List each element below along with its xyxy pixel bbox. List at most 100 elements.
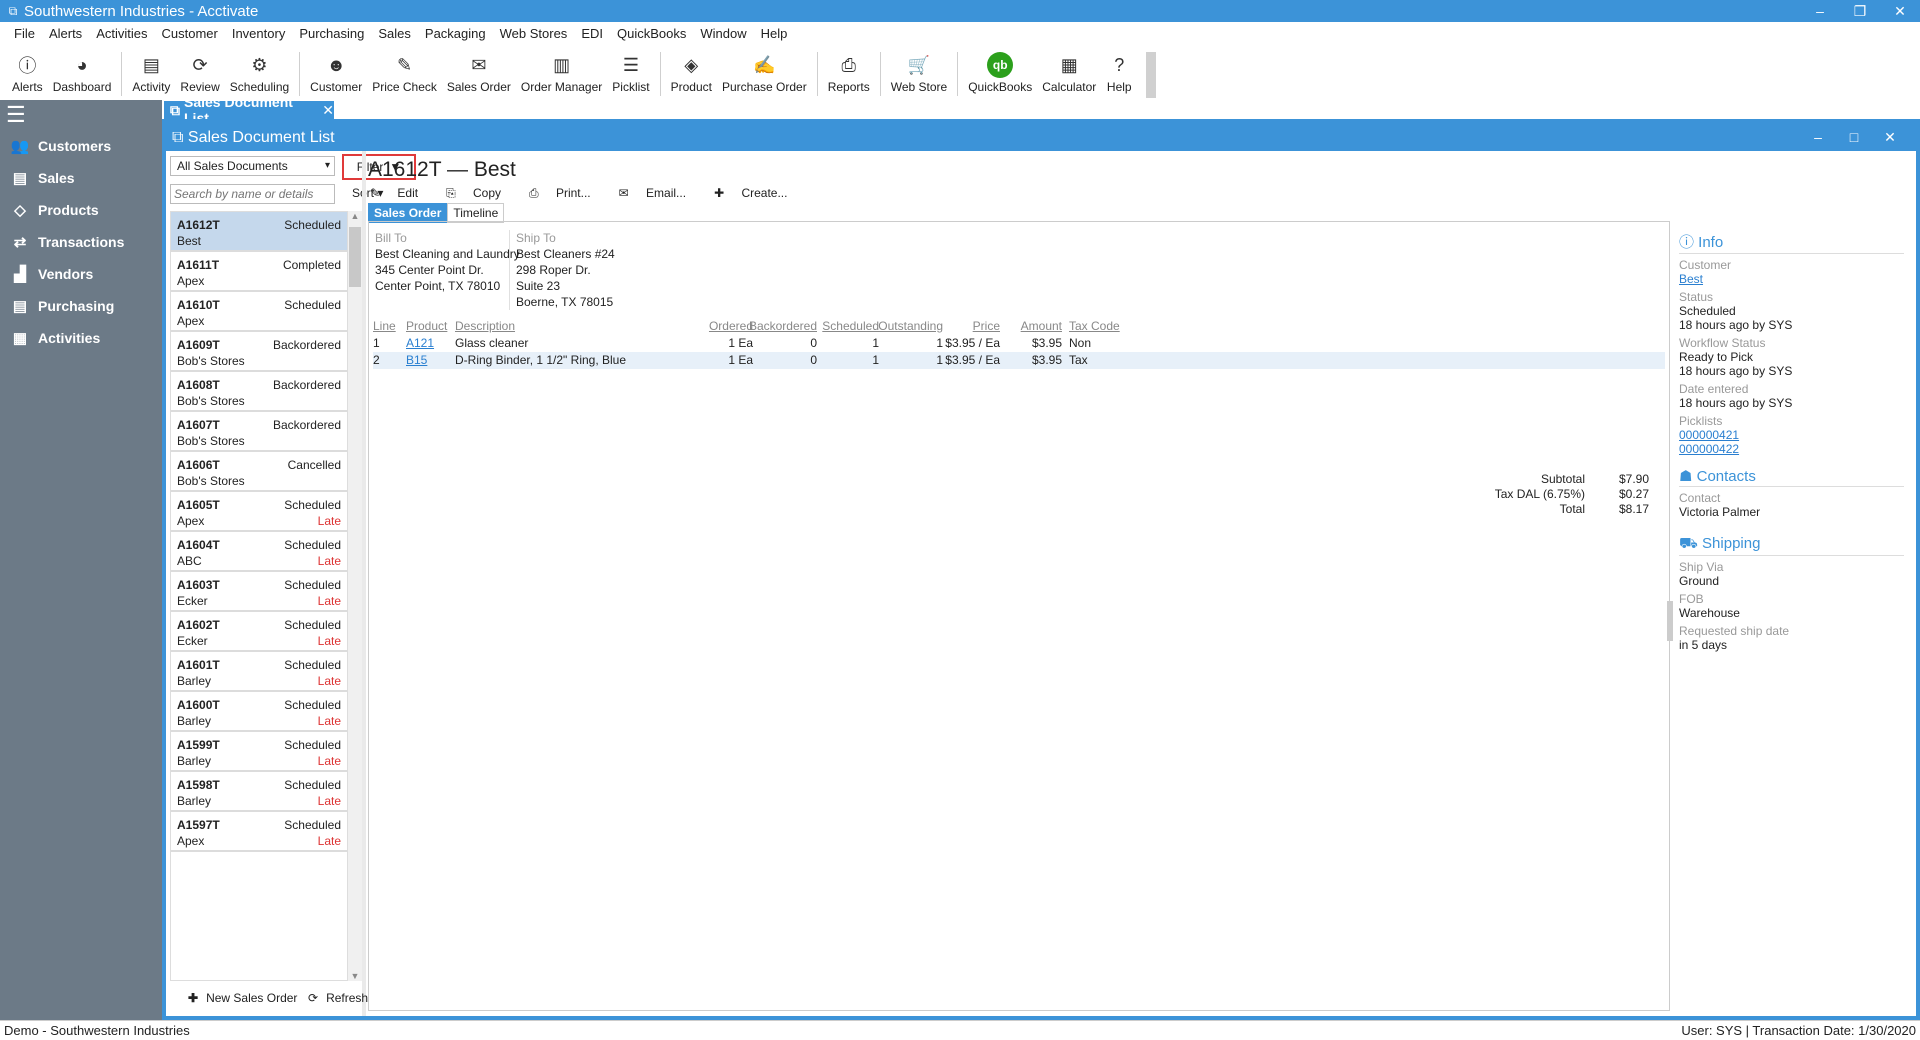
toolbar-button-sales-order[interactable]: ✉ Sales Order	[447, 52, 511, 95]
email-button[interactable]: ✉ Email...	[619, 186, 700, 201]
create-button[interactable]: ✚ Create...	[714, 186, 801, 201]
sidebar-item-customers[interactable]: 👥 Customers	[0, 130, 162, 162]
toolbar-button-review[interactable]: ⟳ Review	[180, 52, 219, 95]
toolbar-button-dashboard[interactable]: ◕ Dashboard	[53, 52, 112, 95]
scroll-down-icon[interactable]: ▼	[348, 971, 362, 981]
table-row[interactable]: 2 B15 D-Ring Binder, 1 1/2" Ring, Blue 1 Ea…	[373, 352, 1665, 369]
toolbar-button-alerts[interactable]: ⓘ Alerts	[12, 52, 43, 94]
column-header-backordered[interactable]: Backordered	[749, 319, 817, 333]
column-header-description[interactable]: Description	[455, 319, 515, 333]
menu-item-activities[interactable]: Activities	[96, 26, 147, 41]
list-item[interactable]: A1609T Backordered Bob's Stores	[171, 332, 347, 372]
sidebar-item-products[interactable]: ◇ Products	[0, 194, 162, 226]
column-header-product[interactable]: Product	[406, 319, 447, 333]
column-header-scheduled[interactable]: Scheduled	[822, 319, 879, 333]
tab-sales-document-list[interactable]: ⧉ Sales Document List ✕	[164, 94, 334, 126]
inner-minimize-button[interactable]: –	[1800, 129, 1836, 146]
inner-maximize-button[interactable]: □	[1836, 129, 1872, 146]
new-sales-order-button[interactable]: ✚ New Sales Order	[188, 991, 297, 1005]
list-item[interactable]: A1610T Scheduled Apex	[171, 292, 347, 332]
sidebar-item-vendors[interactable]: ▟ Vendors	[0, 258, 162, 290]
scroll-thumb[interactable]	[349, 227, 361, 287]
scroll-up-icon[interactable]: ▲	[348, 211, 362, 221]
list-item[interactable]: A1600T Scheduled Barley Late	[171, 692, 347, 732]
toolbar-overflow-grip[interactable]	[1146, 52, 1157, 98]
menu-item-window[interactable]: Window	[700, 26, 746, 41]
minimize-button[interactable]: –	[1800, 0, 1840, 22]
ship-to-line: Best Cleaners #24	[516, 247, 615, 261]
copy-button[interactable]: ⎘ Copy	[446, 186, 515, 201]
edit-button[interactable]: ✎ Edit	[370, 186, 432, 201]
table-row[interactable]: 1 A121 Glass cleaner 1 Ea 0 1 1 $3.95 / Ea $3.95…	[373, 335, 1665, 352]
toolbar-button-activity[interactable]: ▤ Activity	[132, 52, 170, 95]
inner-close-button[interactable]: ✕	[1872, 129, 1908, 146]
list-item[interactable]: A1606T Cancelled Bob's Stores	[171, 452, 347, 492]
close-button[interactable]: ✕	[1880, 0, 1920, 22]
cell-product[interactable]: A121	[406, 336, 434, 350]
menu-item-edi[interactable]: EDI	[581, 26, 603, 41]
list-item[interactable]: A1612T Scheduled Best	[171, 212, 347, 252]
menu-item-customer[interactable]: Customer	[161, 26, 217, 41]
toolbar-button-price-check[interactable]: ✎ Price Check	[372, 52, 437, 95]
list-item[interactable]: A1607T Backordered Bob's Stores	[171, 412, 347, 452]
list-item[interactable]: A1599T Scheduled Barley Late	[171, 732, 347, 772]
picklist-link[interactable]: 000000421	[1679, 428, 1739, 442]
tab-close-icon[interactable]: ✕	[322, 102, 334, 119]
toolbar-button-purchase-order[interactable]: ✍ Purchase Order	[722, 52, 807, 95]
list-item[interactable]: A1611T Completed Apex	[171, 252, 347, 292]
list-item[interactable]: A1598T Scheduled Barley Late	[171, 772, 347, 812]
restore-button[interactable]: ❐	[1840, 0, 1880, 22]
toolbar-button-product[interactable]: ◈ Product	[671, 52, 712, 95]
inner-window-body: All Sales Documents ▾ Filter ▼ Sort ▾ A1…	[166, 151, 1916, 1016]
column-header-ordered[interactable]: Ordered	[709, 319, 753, 333]
toolbar-button-help[interactable]: ? Help	[1106, 52, 1132, 95]
column-header-outstanding[interactable]: Outstanding	[878, 319, 943, 333]
list-item[interactable]: A1597T Scheduled Apex Late	[171, 812, 347, 852]
menu-item-file[interactable]: File	[14, 26, 35, 41]
menu-item-sales[interactable]: Sales	[378, 26, 411, 41]
list-item[interactable]: A1605T Scheduled Apex Late	[171, 492, 347, 532]
list-item[interactable]: A1604T Scheduled ABC Late	[171, 532, 347, 572]
menu-item-quickbooks[interactable]: QuickBooks	[617, 26, 686, 41]
menu-item-packaging[interactable]: Packaging	[425, 26, 486, 41]
cell-product[interactable]: B15	[406, 353, 427, 367]
picklist-link[interactable]: 000000422	[1679, 442, 1739, 456]
menu-item-help[interactable]: Help	[761, 26, 788, 41]
list-item[interactable]: A1601T Scheduled Barley Late	[171, 652, 347, 692]
document-filter-dropdown[interactable]: All Sales Documents ▾	[170, 156, 335, 176]
menu-item-web-stores[interactable]: Web Stores	[500, 26, 568, 41]
alert-icon: ⓘ	[18, 56, 37, 76]
toolbar-button-scheduling[interactable]: ⚙ Scheduling	[230, 52, 289, 95]
tab-timeline[interactable]: Timeline	[447, 203, 505, 223]
list-item[interactable]: A1602T Scheduled Ecker Late	[171, 612, 347, 652]
toolbar-button-quickbooks[interactable]: qb QuickBooks	[968, 52, 1032, 94]
list-item[interactable]: A1608T Backordered Bob's Stores	[171, 372, 347, 412]
sidebar-item-purchasing[interactable]: ▤ Purchasing	[0, 290, 162, 322]
toolbar-button-web-store[interactable]: 🛒 Web Store	[891, 52, 947, 95]
info-panel-collapse-handle[interactable]	[1667, 601, 1673, 641]
refresh-button[interactable]: ⟳ Refresh	[308, 991, 368, 1005]
sidebar-item-activities[interactable]: ▦ Activities	[0, 322, 162, 354]
menu-item-alerts[interactable]: Alerts	[49, 26, 82, 41]
column-header-price[interactable]: Price	[973, 319, 1000, 333]
hamburger-menu-icon[interactable]: ☰	[0, 100, 162, 130]
toolbar-button-customer[interactable]: ☻ Customer	[310, 52, 362, 95]
customer-link[interactable]: Best	[1679, 272, 1703, 286]
toolbar-button-picklist[interactable]: ☰ Picklist	[612, 52, 649, 95]
toolbar-button-calculator[interactable]: ▦ Calculator	[1042, 52, 1096, 95]
pane-splitter[interactable]	[362, 151, 366, 1016]
sidebar-item-sales[interactable]: ▤ Sales	[0, 162, 162, 194]
column-header-line[interactable]: Line	[373, 319, 396, 333]
print-button[interactable]: ⎙ Print...	[529, 186, 605, 201]
list-item[interactable]: A1603T Scheduled Ecker Late	[171, 572, 347, 612]
toolbar-button-order-manager[interactable]: ▥ Order Manager	[521, 52, 602, 95]
tab-sales-order[interactable]: Sales Order	[368, 203, 448, 223]
list-scrollbar[interactable]: ▲ ▼	[348, 211, 362, 981]
search-input[interactable]	[170, 184, 335, 204]
toolbar-button-reports[interactable]: ⎙ Reports	[828, 52, 870, 95]
sidebar-item-transactions[interactable]: ⇄ Transactions	[0, 226, 162, 258]
column-header-tax-code[interactable]: Tax Code	[1069, 319, 1120, 333]
menu-item-inventory[interactable]: Inventory	[232, 26, 285, 41]
column-header-amount[interactable]: Amount	[1021, 319, 1062, 333]
menu-item-purchasing[interactable]: Purchasing	[299, 26, 364, 41]
